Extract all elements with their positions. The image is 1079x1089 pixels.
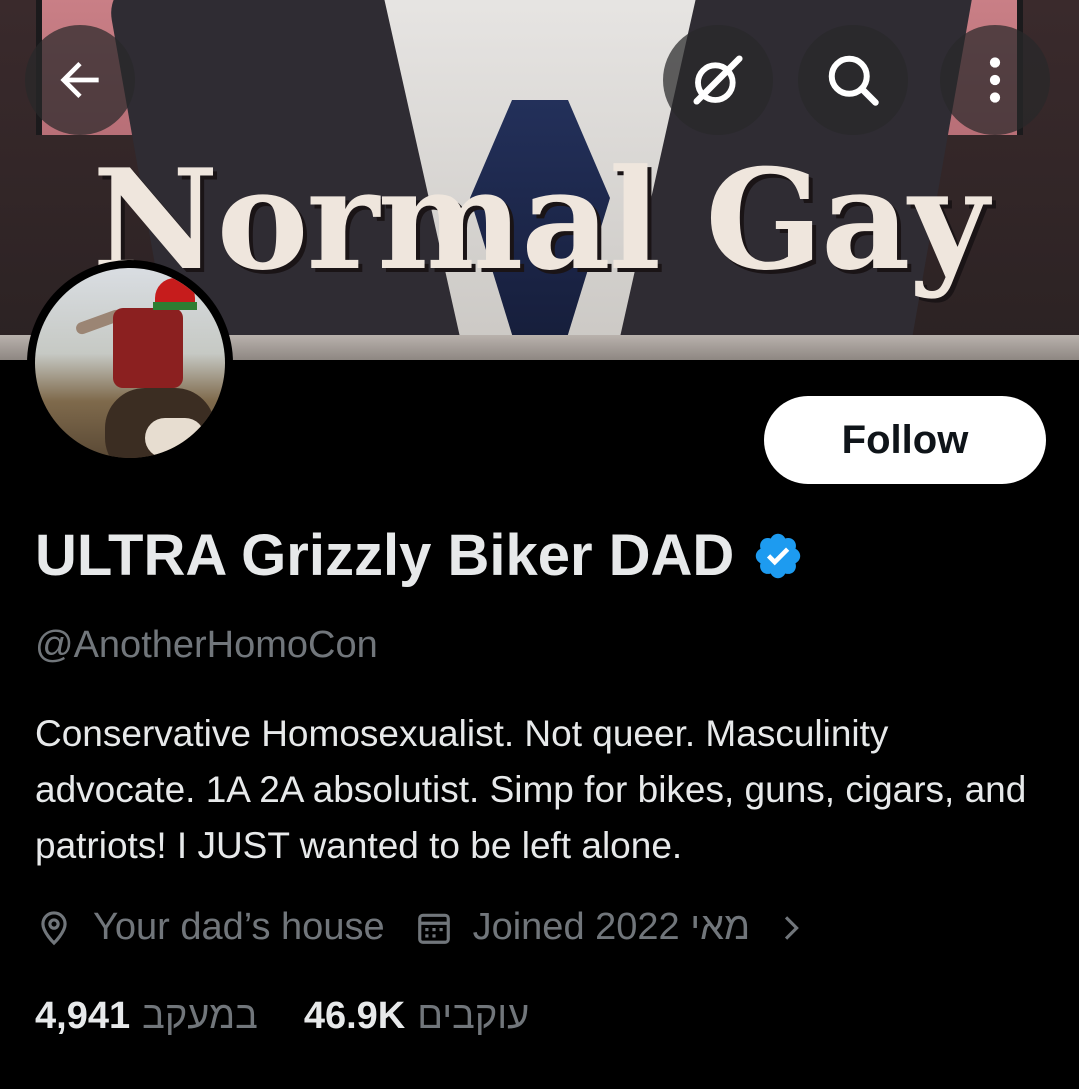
calendar-icon [417,913,450,944]
followers-label: עוקבים [417,995,530,1037]
more-vertical-icon [989,57,1001,103]
profile-stats: 4,941 במעקב 46.9K עוקבים [35,995,529,1038]
back-button[interactable] [25,25,135,135]
verified-badge-icon[interactable] [752,530,804,582]
profile-joined-date: Joined 2022 מאי [472,906,751,948]
user-handle: @AnotherHomoCon [35,624,378,666]
profile-meta-row: Your dad’s house Joined 2022 מאי [35,906,828,949]
chevron-right-icon[interactable] [774,911,808,945]
search-button[interactable] [798,25,908,135]
display-name: ULTRA Grizzly Biker DAD [35,523,735,588]
grok-icon [693,55,743,105]
following-count: 4,941 [35,995,131,1037]
avatar-bull [145,418,205,458]
grok-button[interactable] [663,25,773,135]
avatar-image [35,268,225,458]
avatar[interactable] [27,260,233,466]
search-icon [828,55,879,106]
followers-link[interactable]: 46.9K עוקבים [304,995,529,1038]
profile-bio: Conservative Homosexualist. Not queer. M… [35,713,1027,866]
avatar-santa-hat [153,302,197,310]
profile-location: Your dad’s house [93,906,385,948]
follow-button[interactable]: Follow [764,396,1046,484]
following-link[interactable]: 4,941 במעקב [35,995,258,1038]
followers-count: 46.9K [303,995,406,1037]
more-options-button[interactable] [940,25,1050,135]
avatar-rider [113,308,183,388]
location-pin-icon [41,910,67,945]
arrow-left-icon [60,62,99,98]
display-name-row: ULTRA Grizzly Biker DAD [35,522,804,589]
following-label: במעקב [142,995,258,1037]
